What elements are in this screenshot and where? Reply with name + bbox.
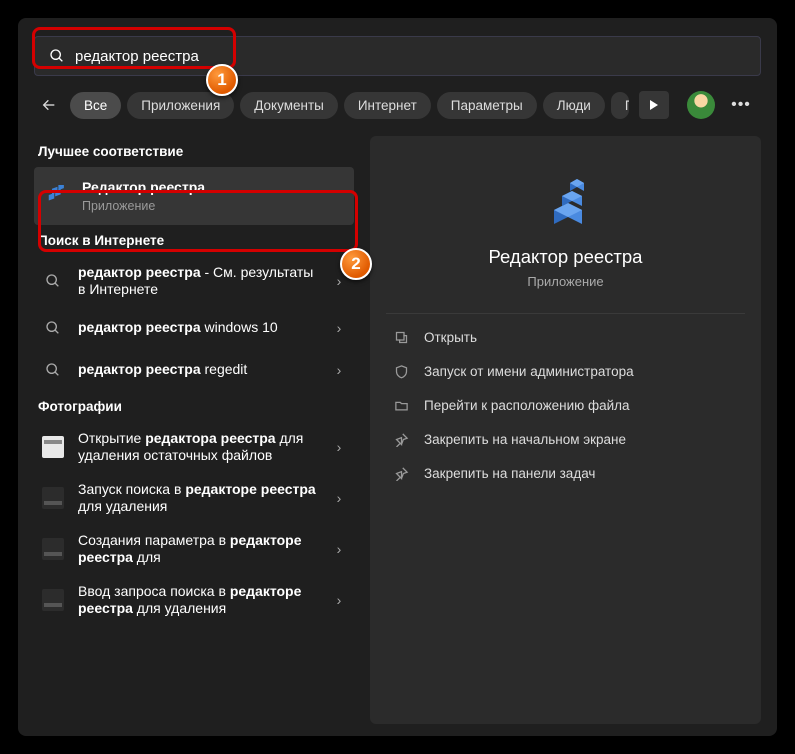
pin-icon bbox=[392, 430, 410, 448]
annotation-badge-2: 2 bbox=[340, 248, 372, 280]
detail-pane: Редактор реестра Приложение Открыть Запу… bbox=[370, 136, 761, 724]
start-search-panel: Все Приложения Документы Интернет Параме… bbox=[18, 18, 777, 736]
photo-result[interactable]: Открытие редактора реестра для удаления … bbox=[34, 422, 354, 473]
shield-icon bbox=[392, 362, 410, 380]
photo-result-text: Создания параметра в редакторе реестра д… bbox=[78, 532, 324, 567]
photo-result[interactable]: Создания параметра в редакторе реестра д… bbox=[34, 524, 354, 575]
web-result[interactable]: редактор реестра windows 10 › bbox=[34, 307, 354, 349]
photo-result[interactable]: Запуск поиска в редакторе реестра для уд… bbox=[34, 473, 354, 524]
action-pin-start[interactable]: Закрепить на начальном экране bbox=[386, 422, 745, 456]
action-label: Закрепить на панели задач bbox=[424, 466, 595, 481]
action-label: Открыть bbox=[424, 330, 477, 345]
folder-icon bbox=[392, 396, 410, 414]
search-icon bbox=[49, 48, 65, 64]
web-result[interactable]: редактор реестра regedit › bbox=[34, 349, 354, 391]
filter-tabs: Все Приложения Документы Интернет Параме… bbox=[70, 92, 629, 119]
web-result-text: редактор реестра regedit bbox=[78, 361, 324, 379]
regedit-icon bbox=[44, 183, 70, 209]
chevron-right-icon: › bbox=[330, 362, 348, 378]
best-match-result[interactable]: Редактор реестра Приложение bbox=[34, 167, 354, 225]
search-field[interactable] bbox=[34, 36, 761, 76]
action-label: Закрепить на начальном экране bbox=[424, 432, 626, 447]
tab-settings[interactable]: Параметры bbox=[437, 92, 537, 119]
regedit-large-icon bbox=[534, 166, 598, 230]
chevron-right-icon: › bbox=[330, 490, 348, 506]
photo-thumb-icon bbox=[40, 434, 66, 460]
photos-header: Фотографии bbox=[34, 391, 354, 422]
best-match-title: Редактор реестра bbox=[82, 179, 344, 197]
photo-result-text: Открытие редактора реестра для удаления … bbox=[78, 430, 324, 465]
web-result-text: редактор реестра windows 10 bbox=[78, 319, 324, 337]
tab-overflow[interactable]: П bbox=[611, 92, 629, 119]
action-open[interactable]: Открыть bbox=[386, 320, 745, 354]
web-header: Поиск в Интернете bbox=[34, 225, 354, 256]
tab-documents[interactable]: Документы bbox=[240, 92, 338, 119]
action-label: Запуск от имени администратора bbox=[424, 364, 634, 379]
action-pin-taskbar[interactable]: Закрепить на панели задач bbox=[386, 456, 745, 490]
tab-web[interactable]: Интернет bbox=[344, 92, 431, 119]
photo-result-text: Запуск поиска в редакторе реестра для уд… bbox=[78, 481, 324, 516]
tab-all[interactable]: Все bbox=[70, 92, 121, 119]
scroll-tabs-button[interactable] bbox=[639, 91, 669, 119]
web-result-text: редактор реестра - См. результаты в Инте… bbox=[78, 264, 324, 299]
photo-thumb-icon bbox=[40, 536, 66, 562]
chevron-right-icon: › bbox=[330, 320, 348, 336]
detail-title: Редактор реестра bbox=[386, 246, 745, 268]
results-list: Лучшее соответствие Редактор реестра При… bbox=[34, 136, 354, 724]
more-button[interactable]: ••• bbox=[727, 91, 755, 119]
photo-thumb-icon bbox=[40, 587, 66, 613]
photo-thumb-icon bbox=[40, 485, 66, 511]
search-icon bbox=[40, 315, 66, 341]
annotation-badge-1: 1 bbox=[206, 64, 238, 96]
pin-icon bbox=[392, 464, 410, 482]
action-run-as-admin[interactable]: Запуск от имени администратора bbox=[386, 354, 745, 388]
web-result[interactable]: редактор реестра - См. результаты в Инте… bbox=[34, 256, 354, 307]
divider bbox=[386, 313, 745, 314]
user-avatar[interactable] bbox=[687, 91, 715, 119]
photo-result[interactable]: Ввод запроса поиска в редакторе реестра … bbox=[34, 575, 354, 626]
results-body: Лучшее соответствие Редактор реестра При… bbox=[34, 136, 761, 724]
search-input[interactable] bbox=[75, 48, 746, 65]
chevron-right-icon: › bbox=[330, 541, 348, 557]
search-icon bbox=[40, 357, 66, 383]
chevron-right-icon: › bbox=[330, 592, 348, 608]
detail-sub: Приложение bbox=[386, 274, 745, 289]
open-icon bbox=[392, 328, 410, 346]
chevron-right-icon: › bbox=[330, 439, 348, 455]
best-match-sub: Приложение bbox=[82, 199, 344, 213]
filter-row: Все Приложения Документы Интернет Параме… bbox=[34, 90, 761, 120]
photo-result-text: Ввод запроса поиска в редакторе реестра … bbox=[78, 583, 324, 618]
tab-people[interactable]: Люди bbox=[543, 92, 605, 119]
best-match-header: Лучшее соответствие bbox=[34, 136, 354, 167]
action-open-location[interactable]: Перейти к расположению файла bbox=[386, 388, 745, 422]
search-icon bbox=[40, 268, 66, 294]
action-label: Перейти к расположению файла bbox=[424, 398, 630, 413]
back-button[interactable] bbox=[34, 90, 64, 120]
